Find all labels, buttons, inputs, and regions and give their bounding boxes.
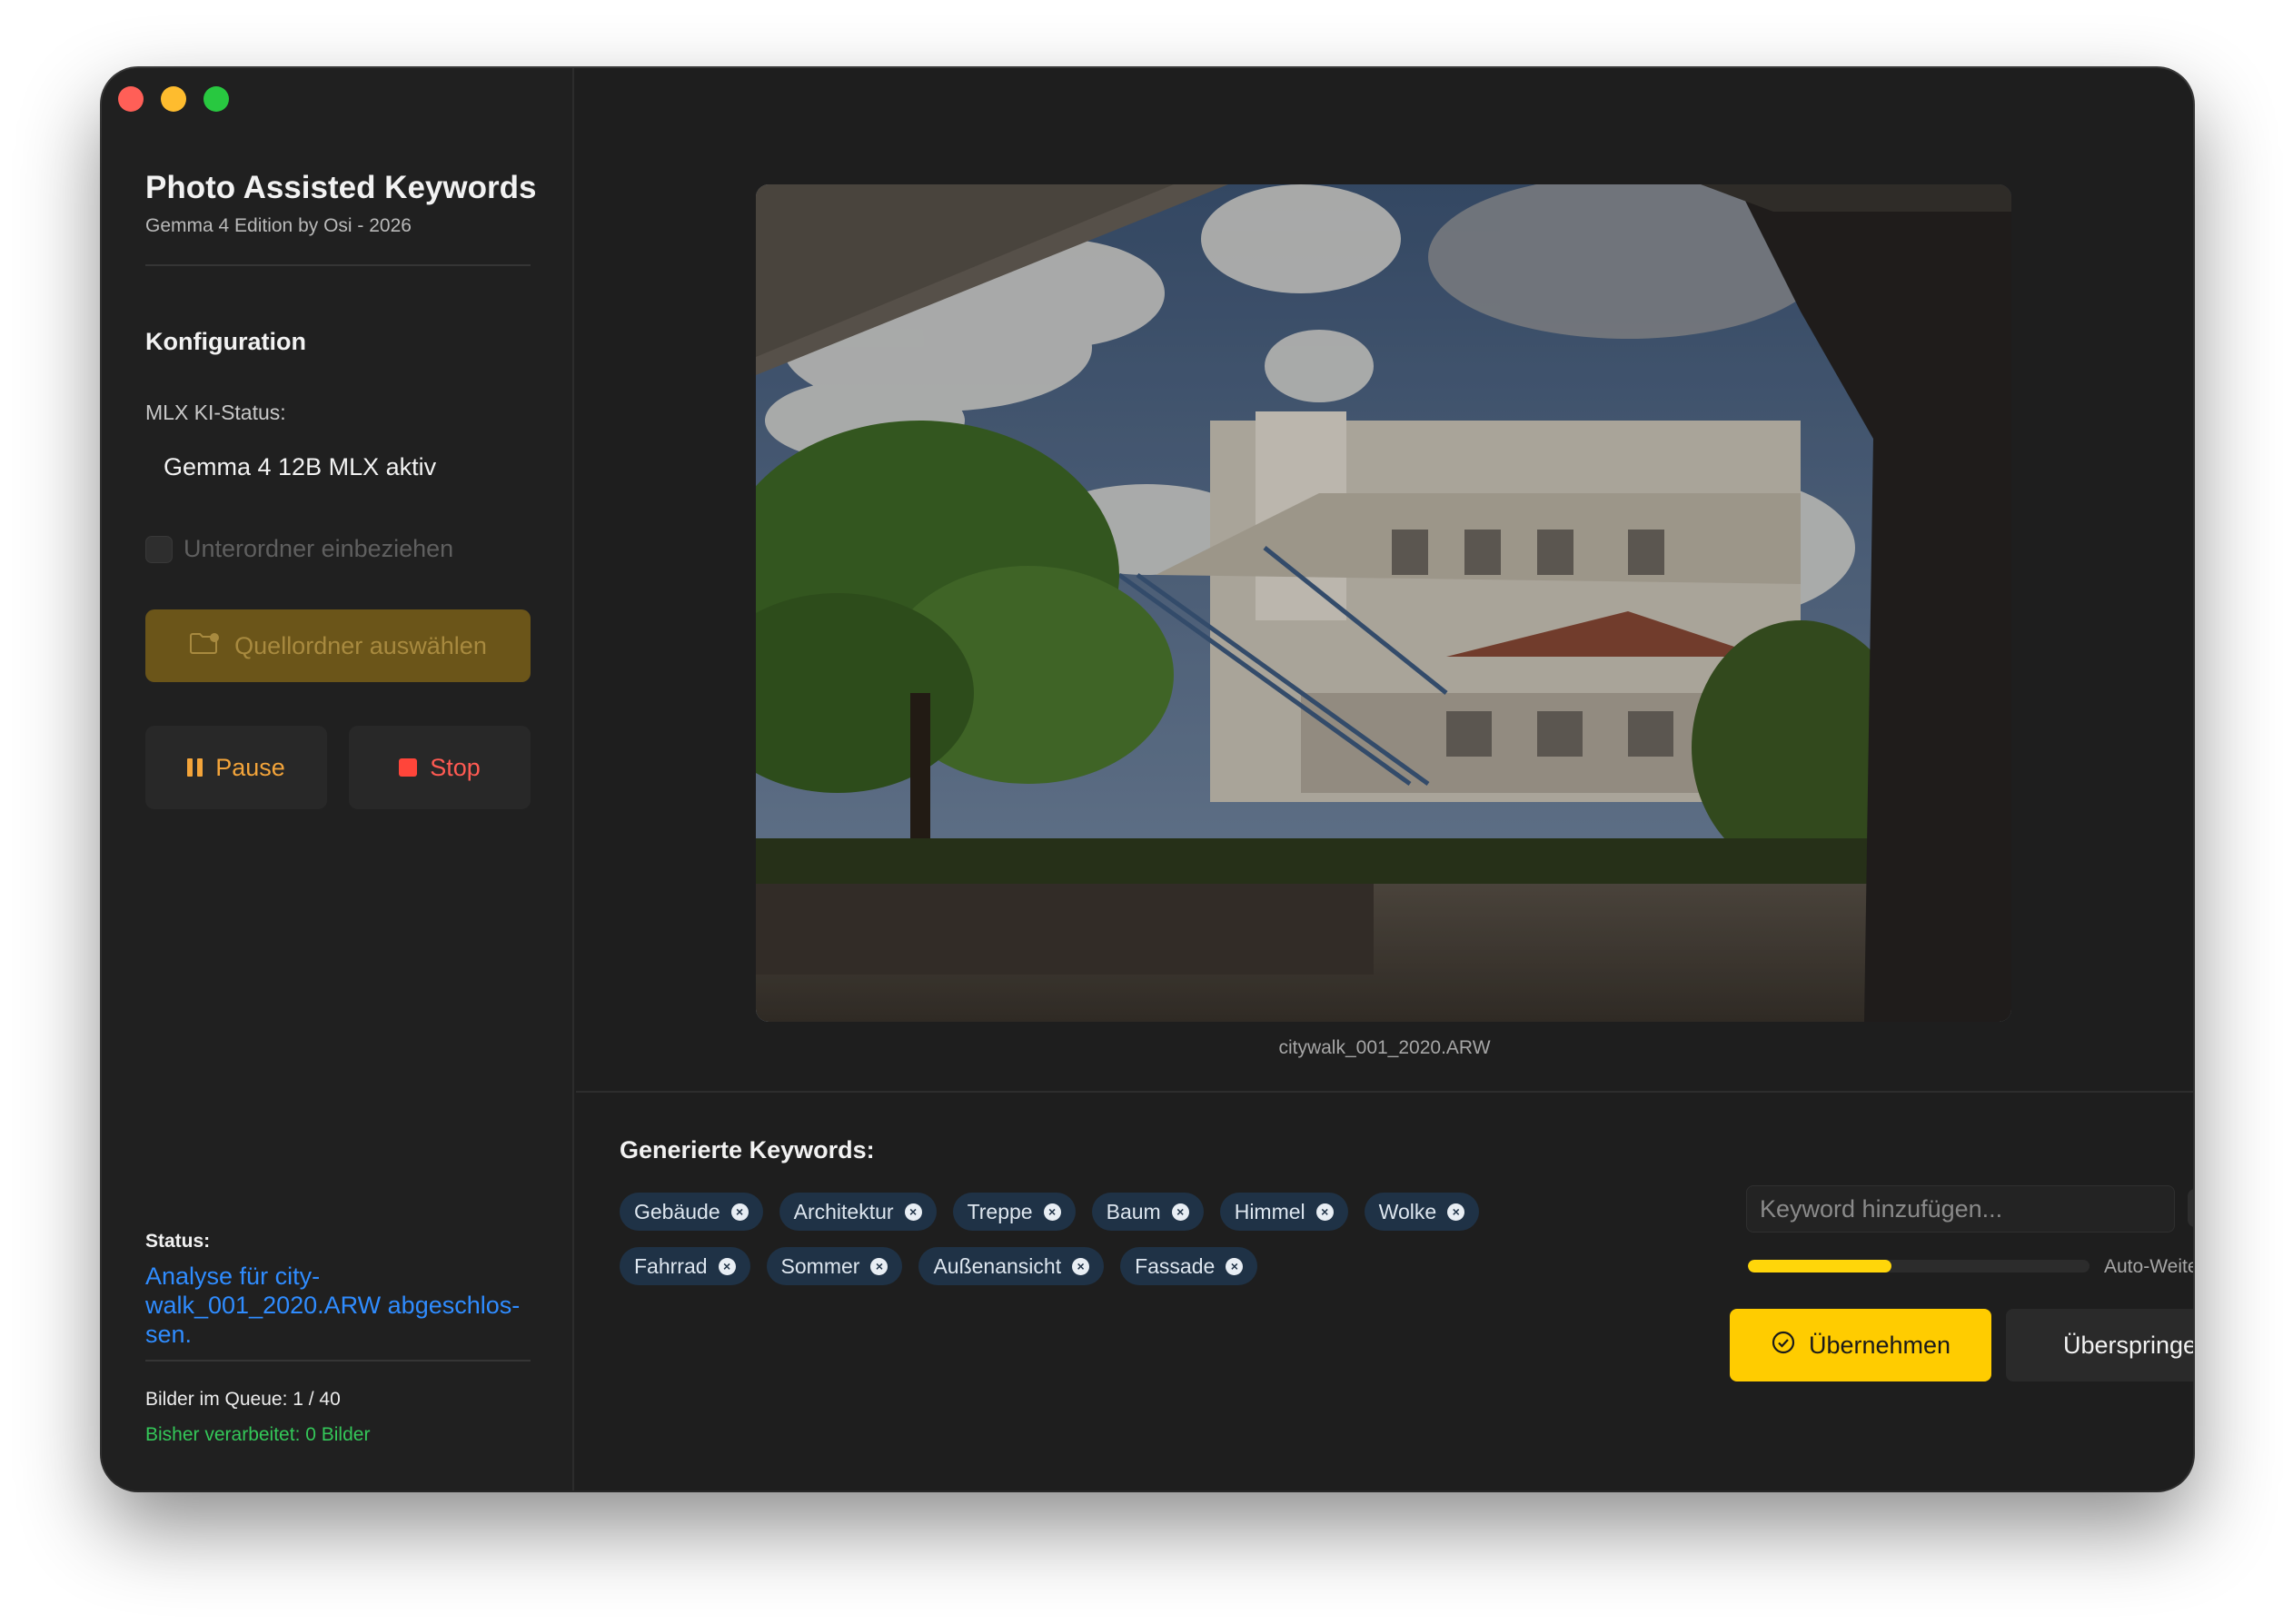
status-message: Analyse für city-walk_001_2020.ARW abges… (145, 1263, 521, 1348)
keyword-chip[interactable]: Himmel × (1219, 1193, 1348, 1231)
keyword-chips: Gebäude × Architektur × Treppe × Baum × Himmel × W… (620, 1193, 1583, 1285)
subfolders-checkbox[interactable] (145, 535, 173, 563)
checkmark-circle-icon (1771, 1330, 1796, 1362)
add-keyword-button[interactable]: + (2188, 1189, 2193, 1227)
accept-button[interactable]: Übernehmen (1730, 1309, 1991, 1381)
close-window-button[interactable] (118, 86, 144, 112)
close-circle-icon[interactable]: × (1072, 1257, 1090, 1275)
keyword-chip-label: Himmel (1234, 1199, 1305, 1223)
keyword-chip-label: Baum (1106, 1199, 1161, 1223)
keyword-chip-label: Fahrrad (634, 1253, 708, 1278)
maximize-window-button[interactable] (203, 86, 229, 112)
keyword-chip[interactable]: Baum × (1091, 1193, 1204, 1231)
keyword-chip[interactable]: Architektur × (779, 1193, 937, 1231)
mlx-status-label: MLX KI-Status: (145, 401, 286, 424)
auto-advance-text: Auto-Weiter in 3s (2104, 1256, 2193, 1277)
main-divider (576, 1091, 2193, 1093)
keyword-chip-label: Wolke (1378, 1199, 1437, 1223)
config-section-title: Konfiguration (145, 328, 306, 355)
keyword-chip[interactable]: Wolke × (1364, 1193, 1480, 1231)
skip-button[interactable]: Überspringen (2006, 1309, 2193, 1381)
accept-label: Übernehmen (1808, 1331, 1951, 1359)
keyword-chip[interactable]: Gebäude × (620, 1193, 763, 1231)
keyword-chip-label: Sommer (780, 1253, 860, 1278)
traffic-lights (118, 86, 229, 112)
keyword-chip[interactable]: Fahrrad × (620, 1247, 750, 1285)
close-circle-icon[interactable]: × (1226, 1257, 1244, 1275)
stop-icon (399, 758, 418, 777)
app-title: Photo Assisted Keywords (145, 170, 537, 205)
queue-count: Bilder im Queue: 1 / 40 (145, 1389, 341, 1410)
close-circle-icon[interactable]: × (1315, 1203, 1334, 1221)
folder-badge-icon (189, 629, 222, 663)
close-circle-icon[interactable]: × (870, 1257, 888, 1275)
status-label: Status: (145, 1231, 211, 1252)
app-subtitle: Gemma 4 Edition by Osi - 2026 (145, 215, 412, 236)
sidebar-divider (145, 264, 531, 266)
mlx-status-value: Gemma 4 12B MLX aktiv (164, 453, 437, 480)
subfolders-label: Unterordner einbeziehen (184, 535, 454, 562)
processed-count: Bisher verarbeitet: 0 Bilder (145, 1424, 371, 1445)
pause-icon (187, 758, 203, 777)
close-circle-icon[interactable]: × (730, 1203, 749, 1221)
stop-label: Stop (430, 753, 481, 781)
keyword-chip[interactable]: Treppe × (952, 1193, 1076, 1231)
select-source-folder-button[interactable]: Quellordner auswählen (145, 609, 531, 682)
minimize-window-button[interactable] (161, 86, 186, 112)
status-divider (145, 1360, 531, 1362)
keyword-chip-label: Gebäude (634, 1199, 720, 1223)
skip-label: Überspringen (2062, 1331, 2193, 1359)
sidebar: Photo Assisted Keywords Gemma 4 Edition … (102, 68, 574, 1490)
select-source-folder-label: Quellordner auswählen (234, 631, 487, 659)
keyword-chip-label: Treppe (967, 1199, 1033, 1223)
close-circle-icon[interactable]: × (1043, 1203, 1061, 1221)
keyword-chip-label: Fassade (1135, 1253, 1216, 1278)
photo-preview (756, 184, 2011, 1022)
image-filename: citywalk_001_2020.ARW (1278, 1037, 1491, 1058)
stop-button[interactable]: Stop (349, 726, 531, 809)
keyword-chip-label: Architektur (793, 1199, 894, 1223)
close-circle-icon[interactable]: × (718, 1257, 736, 1275)
keyword-chip[interactable]: Sommer × (766, 1247, 903, 1285)
close-circle-icon[interactable]: × (1171, 1203, 1189, 1221)
auto-advance-progress-fill (1748, 1260, 1891, 1272)
close-circle-icon[interactable]: × (904, 1203, 922, 1221)
close-circle-icon[interactable]: × (1447, 1203, 1465, 1221)
keywords-title: Generierte Keywords: (620, 1136, 875, 1164)
keyword-chip[interactable]: Fassade × (1120, 1247, 1258, 1285)
keyword-chip-label: Außenansicht (933, 1253, 1062, 1278)
subfolders-option[interactable]: Unterordner einbeziehen (145, 535, 453, 563)
app-window: Photo Assisted Keywords Gemma 4 Edition … (102, 68, 2193, 1490)
keyword-chip[interactable]: Außenansicht × (918, 1247, 1105, 1285)
keyword-input[interactable] (1746, 1185, 2175, 1233)
main-panel: citywalk_001_2020.ARW Generierte Keyword… (576, 68, 2193, 1490)
pause-label: Pause (215, 753, 285, 781)
pause-button[interactable]: Pause (145, 726, 327, 809)
auto-advance-progress (1748, 1260, 2090, 1272)
